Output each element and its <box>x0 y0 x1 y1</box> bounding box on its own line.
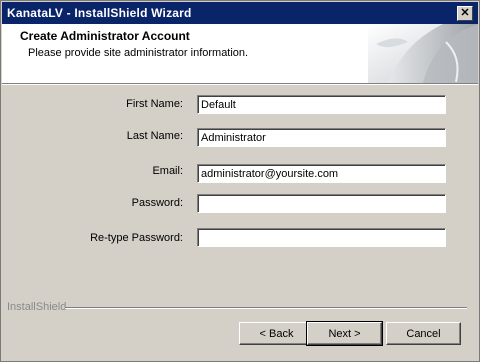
password-label: Password: <box>131 197 183 209</box>
first-name-field[interactable] <box>197 95 446 114</box>
page-subtitle: Please provide site administrator inform… <box>28 47 249 59</box>
footer-separator <box>65 307 467 309</box>
password-field[interactable] <box>197 194 446 213</box>
window-title: KanataLV - InstallShield Wizard <box>7 6 192 20</box>
back-button[interactable]: < Back <box>239 322 314 345</box>
header-separator <box>2 83 478 85</box>
wizard-header: Create Administrator Account Please prov… <box>2 24 478 83</box>
cancel-button[interactable]: Cancel <box>386 322 461 345</box>
installshield-banner-graphic <box>368 24 478 83</box>
installer-window: KanataLV - InstallShield Wizard ✕ Create… <box>0 0 480 362</box>
title-bar[interactable]: KanataLV - InstallShield Wizard ✕ <box>2 2 478 24</box>
page-title: Create Administrator Account <box>20 29 190 43</box>
close-icon: ✕ <box>460 7 470 19</box>
installshield-brand-label: InstallShield <box>7 301 67 313</box>
last-name-label: Last Name: <box>126 130 183 142</box>
retype-password-field[interactable] <box>197 228 446 247</box>
next-button[interactable]: Next > <box>306 321 383 346</box>
email-label: Email: <box>152 165 183 177</box>
first-name-label: First Name: <box>126 98 183 110</box>
email-field[interactable] <box>197 164 446 183</box>
last-name-field[interactable] <box>197 128 446 147</box>
retype-password-label: Re-type Password: <box>90 232 183 244</box>
close-button[interactable]: ✕ <box>457 6 473 21</box>
